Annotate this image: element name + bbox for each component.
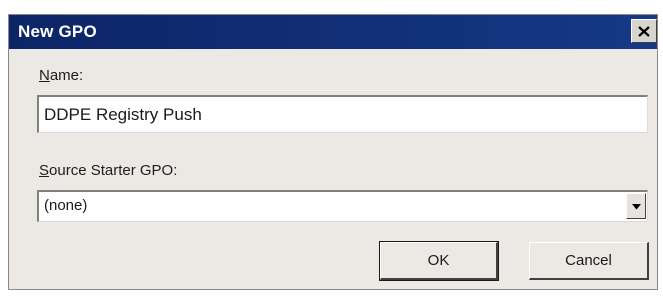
dropdown-button[interactable]	[626, 193, 646, 219]
title-bar[interactable]: New GPO	[9, 15, 657, 49]
close-icon	[638, 25, 650, 37]
chevron-down-icon	[631, 197, 641, 215]
ok-button-label: OK	[427, 252, 450, 269]
source-starter-gpo-select[interactable]: (none)	[37, 190, 648, 222]
close-button[interactable]	[631, 19, 657, 43]
cancel-button[interactable]: Cancel	[529, 242, 649, 280]
source-starter-gpo-label: Source Starter GPO:	[39, 162, 177, 179]
ok-button[interactable]: OK	[379, 241, 499, 281]
name-label: Name:	[39, 67, 83, 84]
source-label-mnemonic: S	[39, 162, 50, 179]
source-label-text: ource Starter GPO:	[49, 162, 178, 179]
source-starter-gpo-value: (none)	[44, 197, 88, 214]
dialog-title: New GPO	[18, 22, 97, 41]
new-gpo-dialog: New GPO Name: Source Starter GPO: (none)…	[8, 14, 658, 290]
name-label-text: ame:	[49, 67, 84, 84]
name-input[interactable]	[37, 95, 648, 133]
cancel-button-label: Cancel	[565, 252, 612, 269]
name-label-mnemonic: N	[39, 67, 50, 84]
